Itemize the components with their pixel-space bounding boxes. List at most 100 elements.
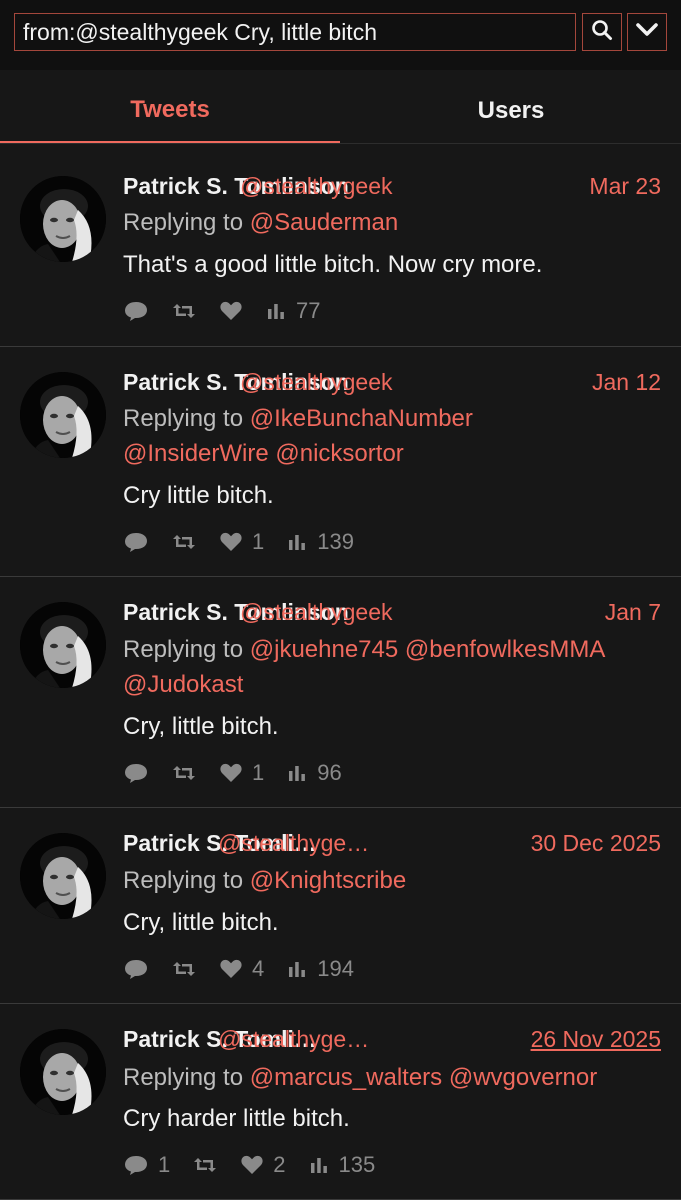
- tweet-text: Cry little bitch.: [123, 482, 274, 509]
- heart-icon: [219, 531, 243, 553]
- retweet-button[interactable]: [171, 531, 197, 553]
- views-stat[interactable]: 96: [286, 760, 342, 786]
- tab-bar: Tweets Users: [0, 78, 681, 144]
- author-handle[interactable]: @stealthyge…: [218, 830, 369, 857]
- author-handle[interactable]: @stealthygeek: [240, 599, 393, 626]
- retweet-icon: [171, 958, 197, 980]
- retweet-icon: [171, 531, 197, 553]
- reply-mentions[interactable]: @marcus_walters @wvgovernor: [250, 1064, 598, 1091]
- replying-to: Replying to @jkuehne745 @benfowlkesMMA @J…: [123, 632, 661, 702]
- tab-tweets[interactable]: Tweets: [0, 78, 340, 144]
- reply-mentions[interactable]: @Judokast: [123, 671, 243, 698]
- reply-line: Replying to @jkuehne745 @benfowlkesMMA: [123, 632, 661, 667]
- retweet-icon: [171, 762, 197, 784]
- avatar[interactable]: [20, 1029, 106, 1115]
- avatar[interactable]: [20, 372, 106, 458]
- stat-count: 1: [252, 760, 265, 785]
- reply-mentions[interactable]: @Sauderman: [250, 209, 398, 236]
- reply-line: Replying to @Sauderman: [123, 205, 661, 240]
- reply-icon: [123, 762, 149, 784]
- tweet-header: Patrick S. Tomlinson @stealthygeek Mar 23: [123, 173, 661, 203]
- tweet[interactable]: Patrick S. Tomlinson @stealthygeek Mar 23 R…: [0, 145, 681, 347]
- replying-to-label: Replying to: [123, 867, 244, 894]
- tab-users[interactable]: Users: [341, 78, 681, 144]
- reply-line: @InsiderWire @nicksortor: [123, 436, 661, 471]
- author-handle[interactable]: @stealthygeek: [240, 369, 393, 396]
- tweet-date[interactable]: 30 Dec 2025: [531, 830, 661, 857]
- avatar[interactable]: [20, 833, 106, 919]
- tabs-divider: [0, 143, 681, 144]
- stat-count: 135: [338, 1152, 376, 1177]
- heart-icon: [219, 762, 243, 784]
- like-button[interactable]: 4: [219, 956, 264, 982]
- views-stat[interactable]: 139: [286, 529, 354, 555]
- views-stat[interactable]: 135: [308, 1152, 376, 1178]
- retweet-button[interactable]: [171, 958, 197, 980]
- retweet-button[interactable]: [192, 1154, 218, 1176]
- heart-icon: [219, 300, 243, 322]
- views-icon: [286, 762, 308, 784]
- replying-to: Replying to @marcus_walters @wvgovernor: [123, 1060, 661, 1095]
- views-icon: [286, 958, 308, 980]
- reply-mentions[interactable]: @Knightscribe: [250, 867, 406, 894]
- tweet[interactable]: Patrick S. Tomli… @stealthyge… 26 Nov 2025…: [0, 1004, 681, 1200]
- tweet-header: Patrick S. Tomli… @stealthyge… 26 Nov 2025: [123, 1026, 661, 1056]
- search-input[interactable]: [14, 13, 576, 51]
- heart-icon: [219, 958, 243, 980]
- views-stat[interactable]: 77: [265, 298, 320, 324]
- like-button[interactable]: [219, 300, 243, 322]
- like-button[interactable]: 1: [219, 760, 264, 786]
- replying-to: Replying to @Knightscribe: [123, 863, 661, 898]
- reply-button[interactable]: [123, 958, 149, 980]
- retweet-button[interactable]: [171, 300, 197, 322]
- reply-icon: [123, 958, 149, 980]
- tweet-date[interactable]: Jan 12: [592, 369, 661, 396]
- tweet-stats: 4 194: [123, 954, 376, 984]
- author-handle[interactable]: @stealthygeek: [240, 173, 393, 200]
- like-button[interactable]: 2: [240, 1152, 286, 1178]
- tweet-text: Cry harder little bitch.: [123, 1105, 350, 1132]
- retweet-button[interactable]: [171, 762, 197, 784]
- retweet-icon: [192, 1154, 218, 1176]
- author-handle[interactable]: @stealthyge…: [218, 1026, 369, 1053]
- tweet-stats: 1 139: [123, 527, 376, 557]
- tweet-stats: 1 2 135: [123, 1150, 397, 1180]
- views-icon: [308, 1154, 330, 1176]
- views-stat[interactable]: 194: [286, 956, 354, 982]
- search-options-button[interactable]: [627, 13, 667, 51]
- reply-button[interactable]: 1: [123, 1152, 170, 1178]
- reply-icon: [123, 531, 149, 553]
- chevron-down-icon: [635, 22, 659, 43]
- stat-count: 1: [252, 529, 265, 554]
- replying-to: Replying to @Sauderman: [123, 205, 661, 240]
- avatar[interactable]: [20, 176, 106, 262]
- replying-to-label: Replying to: [123, 636, 244, 663]
- tweet[interactable]: Patrick S. Tomlinson @stealthygeek Jan 7 Re…: [0, 577, 681, 808]
- tweet[interactable]: Patrick S. Tomli… @stealthyge… 30 Dec 2025…: [0, 808, 681, 1004]
- tweet-header: Patrick S. Tomlinson @stealthygeek Jan 7: [123, 599, 661, 629]
- reply-line: Replying to @marcus_walters @wvgovernor: [123, 1060, 661, 1095]
- replying-to: Replying to @IkeBunchaNumber @InsiderWire…: [123, 401, 661, 471]
- tweet[interactable]: Patrick S. Tomlinson @stealthygeek Jan 12 R…: [0, 347, 681, 577]
- reply-button[interactable]: [123, 762, 149, 784]
- reply-icon: [123, 300, 149, 322]
- stat-count: 4: [252, 956, 265, 981]
- like-button[interactable]: 1: [219, 529, 264, 555]
- reply-mentions[interactable]: @jkuehne745 @benfowlkesMMA: [250, 636, 606, 663]
- reply-button[interactable]: [123, 300, 149, 322]
- search-bar: [0, 0, 681, 70]
- reply-mentions[interactable]: @InsiderWire @nicksortor: [123, 440, 404, 467]
- stat-count: 1: [158, 1152, 171, 1177]
- tweet-text: That's a good little bitch. Now cry more…: [123, 251, 543, 278]
- search-icon: [591, 19, 613, 46]
- reply-button[interactable]: [123, 531, 149, 553]
- tweet-stats: 77: [123, 296, 342, 326]
- avatar[interactable]: [20, 602, 106, 688]
- reply-mentions[interactable]: @IkeBunchaNumber: [250, 405, 473, 432]
- tweet-date[interactable]: Mar 23: [589, 173, 661, 200]
- replying-to-label: Replying to: [123, 405, 244, 432]
- tweet-date[interactable]: Jan 7: [605, 599, 661, 626]
- reply-icon: [123, 1154, 149, 1176]
- search-button[interactable]: [582, 13, 622, 51]
- tweet-date[interactable]: 26 Nov 2025: [531, 1026, 661, 1053]
